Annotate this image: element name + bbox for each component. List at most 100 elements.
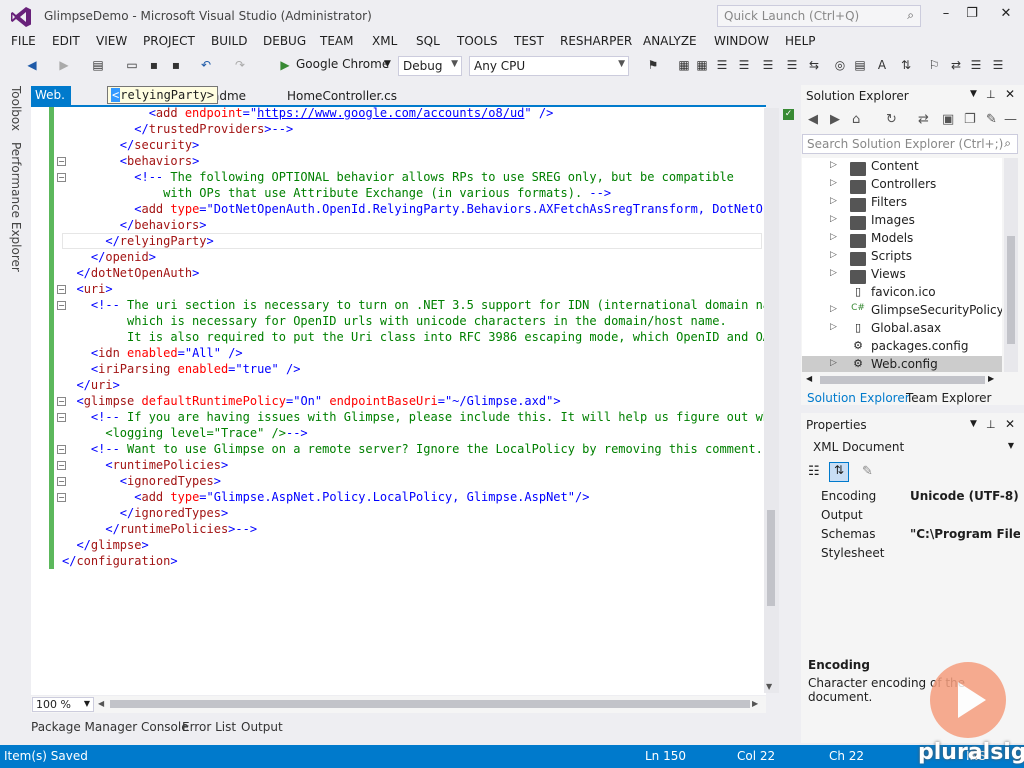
code-line[interactable]: <add endpoint="https://www.google.com/ac…	[62, 105, 554, 121]
code-line[interactable]: </dotNetOpenAuth>	[62, 265, 199, 281]
toolbar-icon[interactable]: ⇆	[806, 57, 822, 73]
menu-analyze[interactable]: ANALYZE	[643, 34, 697, 48]
close-icon[interactable]: ✕	[1005, 417, 1015, 431]
toolbar-icon[interactable]: ☰	[990, 57, 1006, 73]
solution-config-select[interactable]: Debug ▼	[398, 56, 462, 76]
vertical-scroll-thumb[interactable]	[767, 510, 775, 606]
menu-debug[interactable]: DEBUG	[263, 34, 306, 48]
tree-horizontal-thumb[interactable]	[820, 376, 985, 384]
code-line[interactable]: <behaviors>	[62, 153, 200, 169]
close-button[interactable]: ✕	[996, 6, 1016, 24]
fold-toggle-icon[interactable]: −	[57, 461, 66, 470]
tree-item[interactable]: ▷ Controllers	[802, 176, 1002, 194]
performance-explorer-tab[interactable]: Performance Explorer	[9, 142, 23, 272]
back-icon[interactable]: ◀	[24, 57, 40, 73]
toolbar-icon[interactable]: ☰	[760, 57, 776, 73]
expand-arrow-icon[interactable]: ▷	[830, 250, 837, 260]
toolbar-icon[interactable]: ⇅	[898, 57, 914, 73]
code-line[interactable]: <!-- Want to use Glimpse on a remote ser…	[62, 441, 763, 457]
menu-tools[interactable]: TOOLS	[457, 34, 498, 48]
menu-test[interactable]: TEST	[514, 34, 544, 48]
expand-arrow-icon[interactable]: ▷	[830, 214, 837, 224]
alphabetical-icon[interactable]: ⇅	[829, 462, 849, 482]
menu-sql[interactable]: SQL	[416, 34, 440, 48]
code-line[interactable]: </relyingParty>	[62, 233, 213, 249]
menu-team[interactable]: TEAM	[320, 34, 353, 48]
expand-arrow-icon[interactable]: ▷	[830, 232, 837, 242]
menu-window[interactable]: WINDOW	[714, 34, 769, 48]
solution-platform-select[interactable]: Any CPU ▼	[469, 56, 629, 76]
code-line[interactable]: </runtimePolicies>-->	[62, 521, 257, 537]
menu-build[interactable]: BUILD	[211, 34, 247, 48]
run-target-label[interactable]: Google Chrome	[296, 57, 389, 71]
prop-value-encoding[interactable]: Unicode (UTF-8)	[910, 489, 1019, 503]
toolbar-icon[interactable]: ☰	[714, 57, 730, 73]
scroll-left-icon[interactable]: ◀	[98, 699, 104, 708]
expand-arrow-icon[interactable]: ▷	[830, 178, 837, 188]
tree-item[interactable]: ▷ C# GlimpseSecurityPolicy.cs	[802, 302, 1002, 320]
minimize-button[interactable]: –	[936, 6, 956, 24]
code-line[interactable]: <ignoredTypes>	[62, 473, 221, 489]
tab-error-list[interactable]: Error List	[182, 720, 236, 734]
code-lines[interactable]: <add endpoint="https://www.google.com/ac…	[62, 105, 766, 585]
tree-scroll-thumb[interactable]	[1007, 236, 1015, 344]
code-line[interactable]: </openid>	[62, 249, 156, 265]
menu-file[interactable]: FILE	[11, 34, 36, 48]
chevron-down-icon[interactable]: ▼	[970, 89, 977, 99]
toolbar-icon[interactable]: ☰	[968, 57, 984, 73]
sync-icon[interactable]: ↻	[886, 112, 897, 127]
code-line[interactable]: <runtimePolicies>	[62, 457, 228, 473]
toolbar-icon[interactable]: ▤	[852, 57, 868, 73]
fold-toggle-icon[interactable]: −	[57, 445, 66, 454]
menu-project[interactable]: PROJECT	[143, 34, 195, 48]
menu-help[interactable]: HELP	[785, 34, 816, 48]
code-line[interactable]: </configuration>	[62, 553, 178, 569]
property-pages-icon[interactable]: ✎	[862, 464, 873, 479]
close-icon[interactable]: ✕	[1005, 87, 1015, 101]
expand-arrow-icon[interactable]: ▷	[830, 196, 837, 206]
code-line[interactable]: <idn enabled="All" />	[62, 345, 243, 361]
new-project-icon[interactable]: ▤	[90, 57, 106, 73]
code-line[interactable]: <add type="DotNetOpenAuth.OpenId.Relying…	[62, 201, 766, 217]
fold-toggle-icon[interactable]: −	[57, 157, 66, 166]
code-line[interactable]: </glimpse>	[62, 537, 148, 553]
expand-arrow-icon[interactable]: ▷	[830, 358, 837, 368]
tree-item[interactable]: ⚙ packages.config	[802, 338, 1002, 356]
fold-toggle-icon[interactable]: −	[57, 285, 66, 294]
code-line[interactable]: <!-- The following OPTIONAL behavior all…	[62, 169, 734, 185]
code-line[interactable]: <add type="Glimpse.AspNet.Policy.LocalPo…	[62, 489, 589, 505]
forward-icon[interactable]: ▶	[56, 57, 72, 73]
menu-edit[interactable]: EDIT	[52, 34, 80, 48]
collapse-icon[interactable]: ▣	[942, 112, 954, 127]
toolbar-icon[interactable]: ▦	[676, 57, 692, 73]
scroll-down-icon[interactable]: ▼	[766, 682, 772, 691]
attach-icon[interactable]: ⚑	[645, 57, 661, 73]
tree-item[interactable]: ▷ Content	[802, 158, 1002, 176]
tab-home-controller[interactable]: HomeController.cs	[287, 89, 397, 103]
save-icon[interactable]: ▪	[146, 57, 162, 73]
toolbox-tab[interactable]: Toolbox	[9, 86, 23, 131]
refresh-icon[interactable]: ⇄	[918, 112, 929, 127]
code-line[interactable]: <!-- If you are having issues with Glimp…	[62, 409, 766, 425]
code-line[interactable]: </behaviors>	[62, 217, 207, 233]
toolbar-icon[interactable]: ▦	[694, 57, 710, 73]
fold-toggle-icon[interactable]: −	[57, 301, 66, 310]
code-line[interactable]: </uri>	[62, 377, 119, 393]
zoom-select[interactable]: 100 % ▼	[32, 697, 94, 712]
toolbar-icon[interactable]: ⇄	[948, 57, 964, 73]
pin-icon[interactable]: ⊥	[986, 88, 996, 101]
properties-object-select[interactable]: XML Document ▼	[803, 437, 1019, 457]
expand-arrow-icon[interactable]: ▷	[830, 160, 837, 170]
code-line[interactable]: It is also required to put the Uri class…	[62, 329, 766, 345]
prop-value-schemas[interactable]: "C:\Program Files (x	[910, 527, 1020, 541]
code-line[interactable]: </ignoredTypes>	[62, 505, 228, 521]
tree-item[interactable]: ▷ Models	[802, 230, 1002, 248]
toolbar-icon[interactable]: ☰	[736, 57, 752, 73]
code-line[interactable]: </security>	[62, 137, 199, 153]
toolbar-icon[interactable]: A	[874, 57, 890, 73]
tab-output[interactable]: Output	[241, 720, 283, 734]
preview-icon[interactable]: —	[1004, 112, 1017, 127]
toolbar-icon[interactable]: ☰	[784, 57, 800, 73]
menu-resharper[interactable]: RESHARPER	[560, 34, 632, 48]
categorized-icon[interactable]: ☷	[808, 464, 820, 479]
